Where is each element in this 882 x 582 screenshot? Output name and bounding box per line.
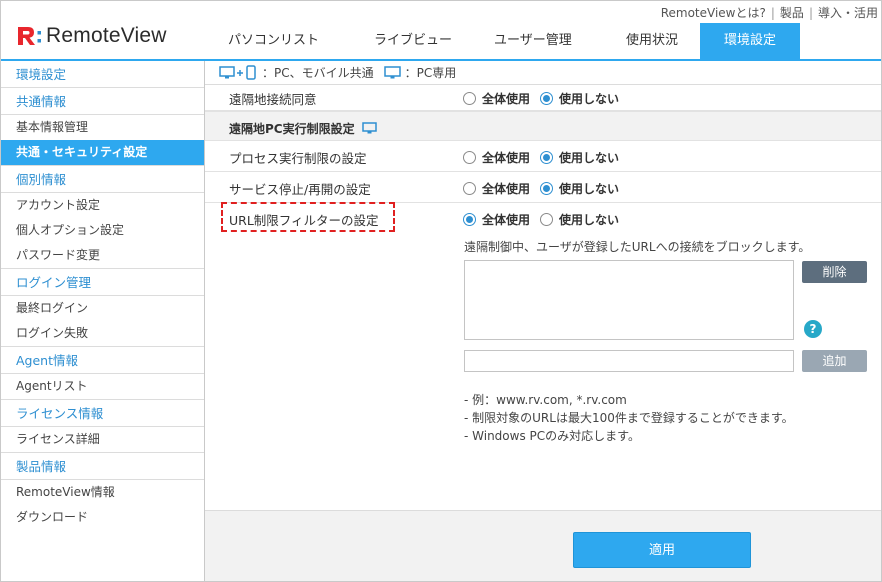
top-links: RemoteViewとは? | 製品 | 導入・活用 [660, 6, 878, 20]
url-filter-description: 遠隔制御中、ユーザが登録したURLへの接続をブロックします。 [464, 240, 811, 254]
radio-button[interactable] [540, 213, 554, 226]
delete-button[interactable]: 削除 [802, 261, 867, 283]
pc-only-icon [361, 121, 378, 136]
sidebar-section-login[interactable]: ログイン管理 [1, 269, 204, 296]
main-content: ：PC、モバイル共通 ：PC専用 遠隔地接続同意 全体使用 使用しない 遠隔地P… [205, 61, 881, 581]
radio-button[interactable] [463, 151, 476, 164]
link-products[interactable]: 製品 [780, 6, 804, 20]
sidebar-item-remoteview-info[interactable]: RemoteView情報 [1, 480, 204, 505]
sidebar-group-individual: アカウント設定 個人オプション設定 パスワード変更 [1, 193, 204, 269]
url-filter-all-option[interactable]: 全体使用 [463, 211, 530, 228]
sidebar-section-product[interactable]: 製品情報 [1, 453, 204, 480]
sidebar-item-password[interactable]: パスワード変更 [1, 243, 204, 268]
sidebar-item-last-login[interactable]: 最終ログイン [1, 296, 204, 321]
link-adoption[interactable]: 導入・活用 [818, 6, 878, 20]
sidebar-item-basic-info[interactable]: 基本情報管理 [1, 115, 204, 140]
sidebar-section-license[interactable]: ライセンス情報 [1, 400, 204, 427]
main-nav: パソコンリスト ライブビュー ユーザー管理 使用状況 環境設定 [200, 23, 800, 59]
url-input[interactable] [464, 350, 794, 372]
legend-pc-only: ：PC専用 [404, 66, 457, 80]
section-remote-pc-limit: 遠隔地PC実行制限設定 [205, 111, 881, 141]
row-service-stop: サービス停止/再開の設定 全体使用 使用しない [205, 172, 881, 203]
link-about[interactable]: RemoteViewとは? [661, 6, 766, 20]
sidebar-section-common[interactable]: 共通情報 [1, 88, 204, 115]
remote-consent-radios: 全体使用 使用しない [463, 90, 629, 107]
sidebar-group-agent: Agentリスト [1, 374, 204, 400]
tab-user-management[interactable]: ユーザー管理 [470, 23, 602, 59]
url-filter-label: URL制限フィルターの設定 [229, 213, 379, 228]
logo[interactable]: RemoteView [16, 24, 167, 48]
process-limit-none-option[interactable]: 使用しない [540, 149, 619, 166]
pc-mobile-icon [219, 64, 259, 81]
sidebar-group-common: 基本情報管理 共通・セキュリティ設定 [1, 115, 204, 166]
tab-usage[interactable]: 使用状況 [602, 23, 700, 59]
note-limit: - 制限対象のURLは最大100件まで登録することができます。 [464, 411, 794, 425]
process-limit-label: プロセス実行制限の設定 [229, 151, 367, 166]
add-button[interactable]: 追加 [802, 350, 867, 372]
url-filter-notes: - 例：www.rv.com, *.rv.com - 制限対象のURLは最大10… [464, 391, 794, 445]
sidebar-item-login-failure[interactable]: ログイン失敗 [1, 321, 204, 346]
tab-pc-list[interactable]: パソコンリスト [200, 23, 350, 59]
service-stop-all-option[interactable]: 全体使用 [463, 180, 530, 197]
url-filter-radios: 全体使用 使用しない [463, 211, 629, 228]
sidebar-section-agent[interactable]: Agent情報 [1, 347, 204, 374]
sidebar-section-individual[interactable]: 個別情報 [1, 166, 204, 193]
legend-pc-mobile: ：PC、モバイル共通 [262, 66, 374, 80]
process-limit-radios: 全体使用 使用しない [463, 149, 629, 166]
remote-consent-label: 遠隔地接続同意 [229, 92, 317, 107]
remote-consent-all-option[interactable]: 全体使用 [463, 90, 530, 107]
sidebar-item-license-detail[interactable]: ライセンス詳細 [1, 427, 204, 452]
note-example: - 例：www.rv.com, *.rv.com [464, 393, 627, 407]
radio-button[interactable] [463, 92, 476, 105]
sidebar-item-account[interactable]: アカウント設定 [1, 193, 204, 218]
url-filter-none-option[interactable]: 使用しない [540, 211, 619, 228]
url-list-box[interactable] [464, 260, 794, 340]
sidebar-item-common-security[interactable]: 共通・セキュリティ設定 [1, 140, 204, 165]
legend-bar: ：PC、モバイル共通 ：PC専用 [205, 61, 881, 85]
row-process-limit: プロセス実行制限の設定 全体使用 使用しない [205, 141, 881, 172]
radio-button-selected[interactable] [463, 213, 476, 226]
service-stop-label: サービス停止/再開の設定 [229, 182, 371, 197]
row-remote-consent: 遠隔地接続同意 全体使用 使用しない [205, 86, 881, 111]
sidebar-item-download[interactable]: ダウンロード [1, 505, 204, 530]
row-url-filter: URL制限フィルターの設定 全体使用 使用しない 遠隔制御中、ユーザが登録したU… [205, 202, 881, 510]
sidebar-item-agent-list[interactable]: Agentリスト [1, 374, 204, 399]
process-limit-all-option[interactable]: 全体使用 [463, 149, 530, 166]
sidebar-group-login: 最終ログイン ログイン失敗 [1, 296, 204, 347]
radio-button-selected[interactable] [540, 92, 554, 105]
sidebar-group-license: ライセンス詳細 [1, 427, 204, 453]
radio-button-selected[interactable] [540, 182, 554, 195]
logo-text: RemoteView [46, 24, 167, 47]
section-title: 遠隔地PC実行制限設定 [229, 122, 355, 136]
sidebar: 環境設定 共通情報 基本情報管理 共通・セキュリティ設定 個別情報 アカウント設… [1, 61, 205, 581]
service-stop-none-option[interactable]: 使用しない [540, 180, 619, 197]
footer-bar: 適用 [205, 510, 881, 581]
pc-only-icon [383, 65, 402, 81]
radio-button[interactable] [463, 182, 476, 195]
radio-button-selected[interactable] [540, 151, 554, 164]
logo-mark-icon [16, 24, 46, 48]
help-icon[interactable]: ? [804, 320, 822, 338]
apply-button[interactable]: 適用 [573, 532, 751, 568]
sidebar-section-settings[interactable]: 環境設定 [1, 61, 204, 88]
tab-live-view[interactable]: ライブビュー [350, 23, 470, 59]
sidebar-item-personal-options[interactable]: 個人オプション設定 [1, 218, 204, 243]
sidebar-group-product: RemoteView情報 ダウンロード [1, 480, 204, 530]
tab-settings[interactable]: 環境設定 [700, 23, 800, 59]
service-stop-radios: 全体使用 使用しない [463, 180, 629, 197]
remote-consent-none-option[interactable]: 使用しない [540, 90, 619, 107]
note-windows: - Windows PCのみ対応します。 [464, 429, 640, 443]
